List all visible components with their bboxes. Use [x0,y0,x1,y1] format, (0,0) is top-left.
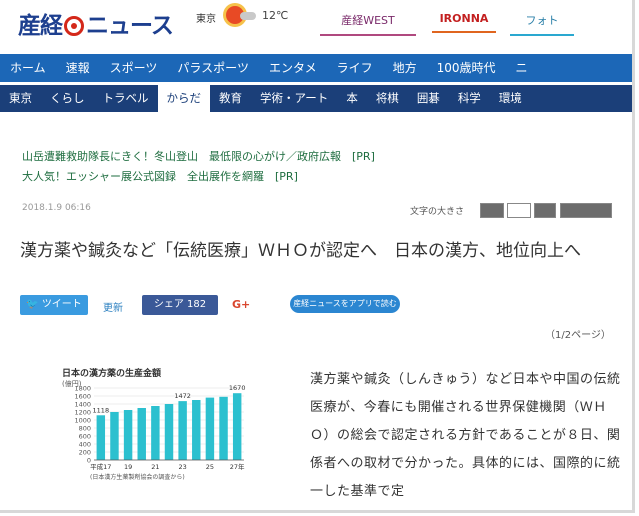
chart-bar [178,401,187,460]
subnav-item-travel[interactable]: トラベル [94,85,158,112]
cloud-weather-icon [240,12,256,20]
chart-bar [192,400,201,460]
facebook-share-button[interactable]: シェア 182 [142,295,218,315]
chart-xtick-label: 平成17 [90,462,111,471]
chart-bar [232,393,242,460]
site-header: 産経 ニュース 東京 12℃ 産経WEST IRONNA フォト [0,0,632,50]
nav-item-sports[interactable]: スポーツ [100,54,168,82]
font-size-medium-button[interactable] [507,203,531,218]
weather-city: 東京 [196,14,216,25]
chart-bar [137,408,146,460]
chart-title: 日本の漢方薬の生産金額 [62,367,161,379]
chart-bar [219,396,228,460]
nav-item-breaking[interactable]: 速報 [56,54,100,82]
primary-nav: ホーム 速報 スポーツ パラスポーツ エンタメ ライフ 地方 100歳時代ニ [0,54,632,82]
chart-ytick-label: 200 [79,449,91,457]
chart-bar [164,404,174,460]
chart-bar [96,415,106,460]
subnav-item-arts[interactable]: 学術・アート [251,85,337,112]
chart-ytick-label: 1800 [74,385,91,393]
article-title: 漢方薬や鍼灸など「伝統医療」ＷＨＯが認定へ 日本の漢方、地位向上へ [20,241,581,261]
chart-ytick-label: 800 [79,425,91,433]
secondary-nav: 東京 くらし トラベル からだ 教育 学術・アート本将棋 囲碁 科学 環境 [0,85,632,112]
weather-temperature: 12℃ [262,9,289,22]
subnav-item-kurashi[interactable]: くらし [41,85,94,112]
chart-bar [123,410,133,460]
chart-value-label: 1118 [93,406,110,414]
font-size-small-button[interactable] [480,203,504,218]
subnav-item-karada[interactable]: からだ [157,85,210,112]
nav-item-parasports[interactable]: パラスポーツ [167,54,259,82]
chart-xtick-label: 27年 [230,462,245,471]
tweet-label: ツイート [41,299,82,310]
chart-ytick-label: 1000 [74,417,91,425]
google-plus-button[interactable]: G+ [232,298,250,311]
site-logo[interactable]: 産経 ニュース [18,6,174,40]
sun-logo-icon [64,16,84,36]
nav-item-100years[interactable]: 100歳時代 [427,54,506,82]
subnav-item-science[interactable]: 科学 [449,85,490,112]
production-chart: 日本の漢方薬の生産金額(億円)0200400600800100012001400… [62,367,246,481]
chart-xtick-label: 21 [151,463,159,471]
nav-item-entertainment[interactable]: エンタメ [259,54,327,82]
link-photo[interactable]: フォト [510,12,574,36]
chart-xtick-label: 25 [206,463,214,471]
nav-item-home[interactable]: ホーム [0,54,56,82]
chart-xtick-label: 19 [124,463,132,471]
font-size-label: 文字の大きさ [410,207,465,217]
chart-bar [151,406,160,460]
chart-ytick-label: 400 [79,441,91,449]
chart-source: (日本漢方生薬製剤協会の調査から) [90,473,185,481]
link-sankei-west[interactable]: 産経WEST [320,12,416,36]
chart-value-label: 1670 [229,384,246,392]
subnav-item-education[interactable]: 教育 [210,85,251,112]
twitter-bird-icon: 🐦 [26,299,39,310]
chart-bar [205,397,215,460]
chart-xtick-label: 23 [178,463,186,471]
font-size-print-button[interactable] [560,203,612,218]
article-chart-figure: 日本の漢方薬の生産金額 (億円) 0 200 400 600 800 1000 1200 1400… [62,366,252,500]
tweet-count[interactable]: 更新 [103,299,123,314]
chart-value-label: 1472 [174,392,191,400]
chart-bar [110,412,119,460]
chart-ytick-label: 1600 [74,393,91,401]
nav-item-more[interactable]: ニ [506,54,538,82]
chart-ytick-label: 600 [79,433,91,441]
subnav-item-books[interactable]: 本 [337,85,367,112]
article-body: 漢方薬や鍼灸（しんきゅう）など日本や中国の伝統医療が、今春にも開催される世界保健… [310,372,621,499]
browser-page: 産経 ニュース 東京 12℃ 産経WEST IRONNA フォト ホーム 速報 スポー… [0,0,635,513]
nav-item-life[interactable]: ライフ [327,54,383,82]
app-promo-button[interactable]: 産経ニュースをアプリで読む [290,295,400,313]
page-indicator: （1/2ページ） [545,330,611,341]
font-size-large-button[interactable] [534,203,556,218]
link-ironna[interactable]: IRONNA [432,12,496,33]
article-date: 2018.1.9 06:16 [22,203,91,213]
subnav-item-environment[interactable]: 環境 [490,85,531,112]
pr-link-1[interactable]: 山岳遭難救助隊長にきく！冬山登山 最低限の心がけ／政府広報 [PR] [22,148,375,164]
tweet-button[interactable]: 🐦 ツイート [20,295,88,315]
pr-link-2[interactable]: 大人気！エッシャー展公式図録 全出展作を網羅 [PR] [22,168,298,184]
chart-ytick-label: 1400 [74,401,91,409]
subnav-item-go[interactable]: 囲碁 [408,85,449,112]
subnav-item-tokyo[interactable]: 東京 [0,85,41,112]
subnav-item-shogi[interactable]: 将棋 [367,85,408,112]
nav-item-local[interactable]: 地方 [383,54,427,82]
chart-ytick-label: 1200 [74,409,91,417]
